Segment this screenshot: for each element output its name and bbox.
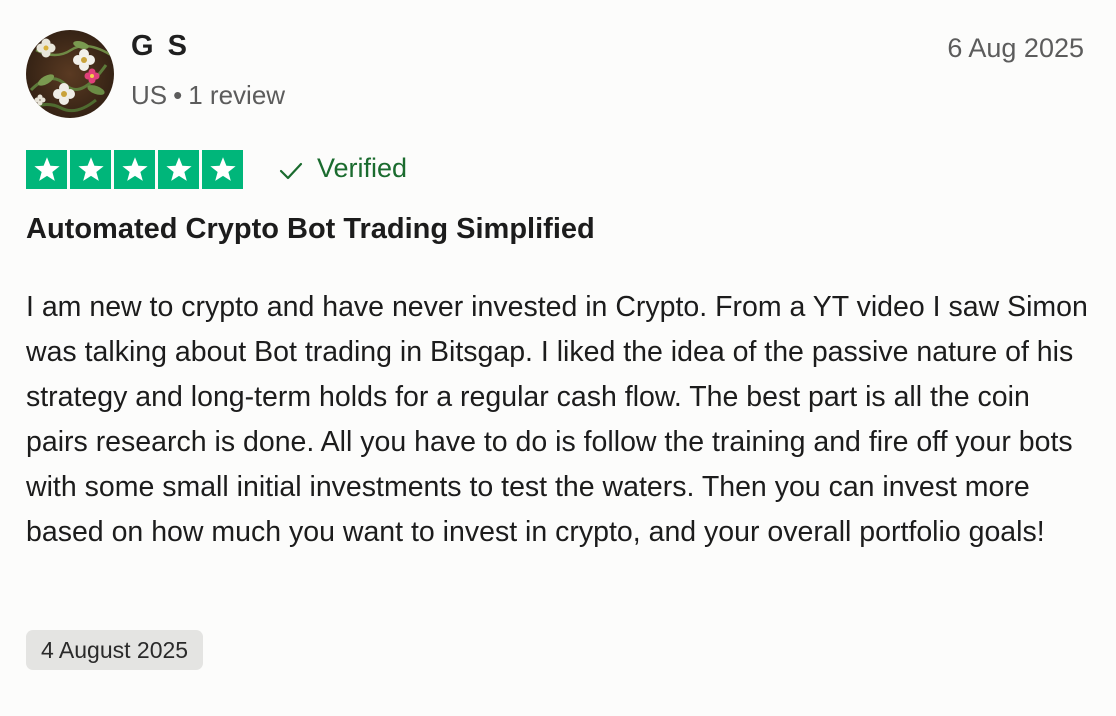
avatar[interactable] xyxy=(26,30,114,118)
star-rating xyxy=(26,150,243,189)
verified-label: Verified xyxy=(317,152,408,183)
reviewer-meta: US • 1 review xyxy=(131,80,285,111)
review-title[interactable]: Automated Crypto Bot Trading Simplified xyxy=(26,213,595,246)
review-body: I am new to crypto and have never invest… xyxy=(26,291,1088,548)
star-icon xyxy=(26,150,67,189)
experience-date-badge: 4 August 2025 xyxy=(26,630,204,670)
checkmark-icon xyxy=(279,162,303,180)
review-date: 6 Aug 2025 xyxy=(947,33,1084,63)
star-icon xyxy=(70,150,111,189)
star-icon xyxy=(114,150,155,189)
star-icon xyxy=(202,150,243,189)
reviewer-country: US xyxy=(131,80,168,110)
verified-badge[interactable]: Verified xyxy=(278,152,407,184)
review-card: G S US • 1 review 6 Aug 2025 Verified Auto… xyxy=(0,0,1116,716)
meta-separator: • xyxy=(173,80,183,110)
reviewer-review-count: 1 review xyxy=(188,80,286,110)
star-icon xyxy=(158,150,199,189)
reviewer-name[interactable]: G S xyxy=(131,30,190,63)
